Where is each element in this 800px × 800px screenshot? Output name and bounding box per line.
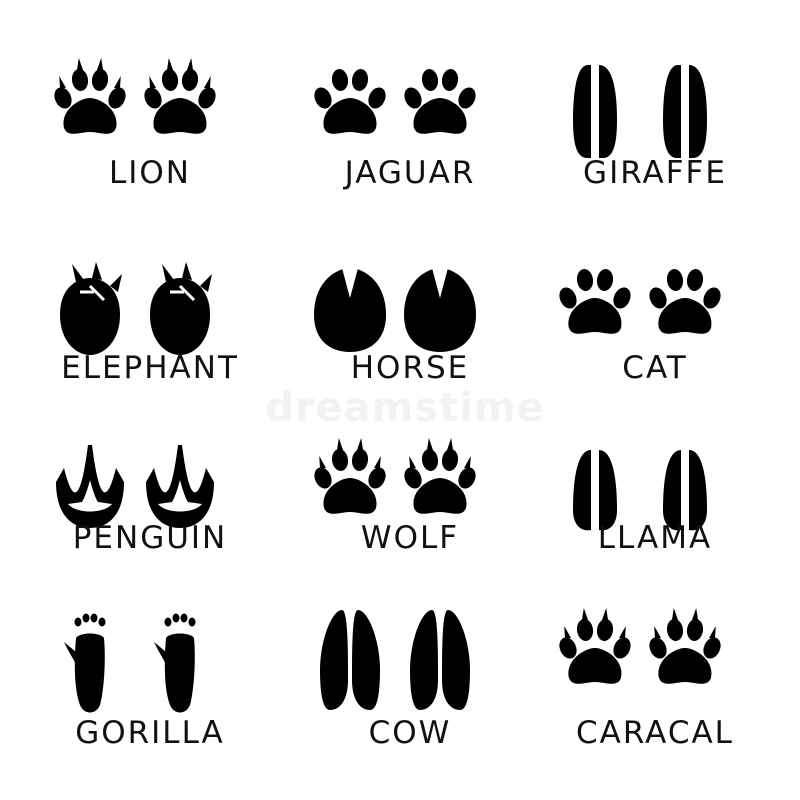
- track-cell-cat: CAT: [535, 240, 775, 430]
- label-penguin: PENGUIN: [72, 520, 228, 556]
- track-cell-jaguar: JAGUAR: [290, 40, 530, 230]
- track-cell-giraffe: GIRAFFE: [535, 40, 775, 230]
- track-cell-wolf: WOLF: [290, 420, 530, 610]
- gorilla-foot-icon: [64, 613, 196, 713]
- lion-paw-right-print: [144, 58, 216, 134]
- elephant-foot-right-print: [150, 262, 212, 355]
- label-cow: COW: [368, 715, 452, 751]
- label-gorilla: GORILLA: [75, 715, 225, 751]
- penguin-foot-left-print: [56, 445, 124, 528]
- label-jaguar: JAGUAR: [344, 155, 476, 191]
- label-elephant: ELEPHANT: [61, 350, 239, 386]
- track-cell-elephant: ELEPHANT: [30, 240, 270, 430]
- track-cell-penguin: PENGUIN: [30, 420, 270, 610]
- label-horse: HORSE: [350, 350, 470, 386]
- track-cell-llama: LLAMA: [535, 420, 775, 610]
- cat-paw-left-print: [559, 269, 631, 334]
- label-giraffe: GIRAFFE: [583, 155, 727, 191]
- gorilla-foot-left-print: [64, 613, 106, 713]
- horse-hoof-right-print: [404, 268, 476, 352]
- wolf-paw-left-print: [314, 438, 386, 514]
- cat-paw-right-print: [649, 269, 721, 334]
- label-lion: LION: [108, 155, 191, 191]
- cow-hoof-right-print: [410, 610, 470, 710]
- wolf-paw-right-print: [404, 438, 476, 514]
- jaguar-paw-left-print: [314, 69, 386, 134]
- llama-foot-left-print: [573, 450, 617, 531]
- penguin-foot-right-print: [146, 445, 214, 528]
- llama-foot-right-print: [663, 450, 707, 531]
- gorilla-foot-right-print: [154, 613, 196, 713]
- caracal-paw-icon: [559, 608, 721, 684]
- cow-hoof-icon: [320, 610, 470, 710]
- label-wolf: WOLF: [360, 520, 460, 556]
- track-cell-lion: LION: [30, 40, 270, 230]
- giraffe-hoof-right-print: [663, 65, 707, 158]
- elephant-foot-left-print: [60, 262, 122, 355]
- giraffe-hoof-left-print: [573, 65, 617, 158]
- track-cell-cow: COW: [290, 590, 530, 780]
- horse-hoof-left-print: [314, 268, 386, 352]
- jaguar-paw-right-print: [404, 69, 476, 134]
- caracal-paw-right-print: [649, 608, 721, 684]
- track-cell-gorilla: GORILLA: [30, 590, 270, 780]
- track-cell-caracal: CARACAL: [535, 590, 775, 780]
- label-llama: LLAMA: [597, 520, 713, 556]
- caracal-paw-left-print: [559, 608, 631, 684]
- watermark: dreamstime: [265, 385, 545, 431]
- label-cat: CAT: [622, 350, 688, 386]
- cow-hoof-left-print: [320, 610, 380, 710]
- lion-paw-left-print: [54, 58, 126, 134]
- label-caracal: CARACAL: [576, 715, 734, 751]
